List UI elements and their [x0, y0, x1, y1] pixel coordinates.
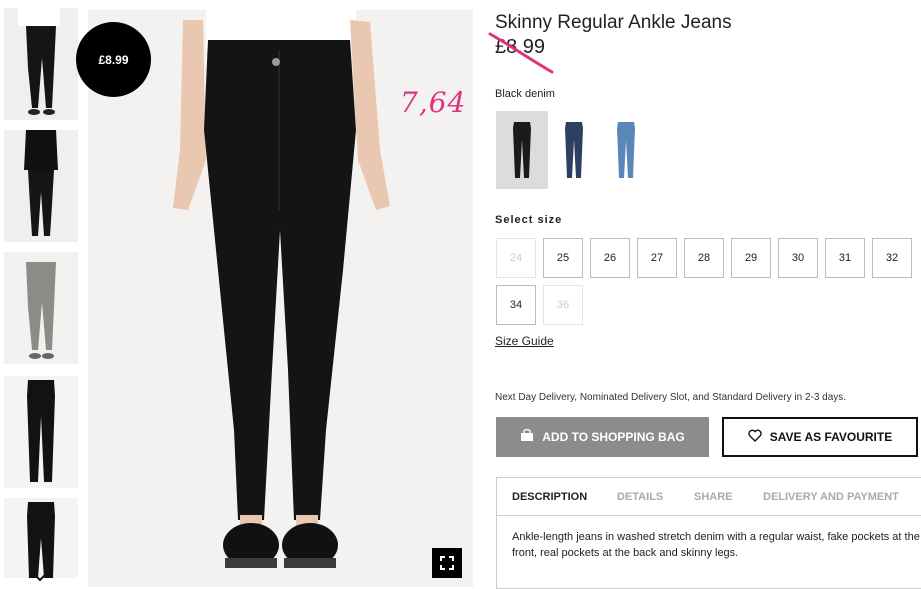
size-option-26[interactable]: 26	[590, 238, 630, 278]
old-price: £8.99	[495, 36, 546, 58]
thumbnail-full-look[interactable]	[4, 130, 78, 242]
add-to-bag-button[interactable]: ADD TO SHOPPING BAG	[496, 417, 709, 457]
size-option-30[interactable]: 30	[778, 238, 818, 278]
product-description: Ankle-length jeans in washed stretch den…	[512, 531, 920, 559]
add-to-bag-label: ADD TO SHOPPING BAG	[542, 430, 685, 444]
color-label: Black denim	[495, 88, 555, 100]
thumbnail-front[interactable]	[4, 8, 78, 120]
size-option-28[interactable]: 28	[684, 238, 724, 278]
thumbnail-flat-back[interactable]	[4, 498, 78, 578]
size-option-31[interactable]: 31	[825, 238, 865, 278]
chevron-down-icon[interactable]	[30, 570, 50, 586]
product-title: Skinny Regular Ankle Jeans	[495, 12, 732, 33]
swatch-dark-blue-denim[interactable]	[548, 111, 600, 189]
swatch-black-denim[interactable]	[496, 111, 548, 189]
price-badge: £8.99	[76, 22, 151, 97]
size-label: Select size	[495, 214, 563, 226]
delivery-info: Next Day Delivery, Nominated Delivery Sl…	[495, 392, 847, 403]
shopping-bag-icon	[520, 428, 534, 445]
save-favourite-label: SAVE AS FAVOURITE	[769, 430, 893, 444]
size-option-27[interactable]: 27	[637, 238, 677, 278]
tab-details[interactable]: DETAILS	[617, 491, 663, 503]
size-option-25[interactable]: 25	[543, 238, 583, 278]
size-guide-link[interactable]: Size Guide	[495, 334, 554, 348]
size-option-29[interactable]: 29	[731, 238, 771, 278]
thumbnail-grey[interactable]	[4, 252, 78, 364]
fullscreen-icon[interactable]	[432, 548, 462, 578]
thumbnail-flat-front[interactable]	[4, 376, 78, 488]
swatch-light-blue-denim[interactable]	[600, 111, 652, 189]
size-option-32[interactable]: 32	[872, 238, 912, 278]
tab-bar: DESCRIPTION DETAILS SHARE DELIVERY AND P…	[497, 478, 921, 516]
annotated-price: 7,64	[400, 86, 467, 119]
size-option-34[interactable]: 34	[496, 285, 536, 325]
tab-delivery-payment[interactable]: DELIVERY AND PAYMENT	[763, 491, 899, 503]
color-swatches	[496, 111, 652, 189]
product-info-tabs: DESCRIPTION DETAILS SHARE DELIVERY AND P…	[496, 477, 921, 589]
size-option-24: 24	[496, 238, 536, 278]
tab-description[interactable]: DESCRIPTION	[512, 491, 587, 503]
save-favourite-button[interactable]: SAVE AS FAVOURITE	[722, 417, 918, 457]
heart-icon	[748, 429, 762, 445]
tab-share[interactable]: SHARE	[694, 491, 733, 503]
size-option-36: 36	[543, 285, 583, 325]
